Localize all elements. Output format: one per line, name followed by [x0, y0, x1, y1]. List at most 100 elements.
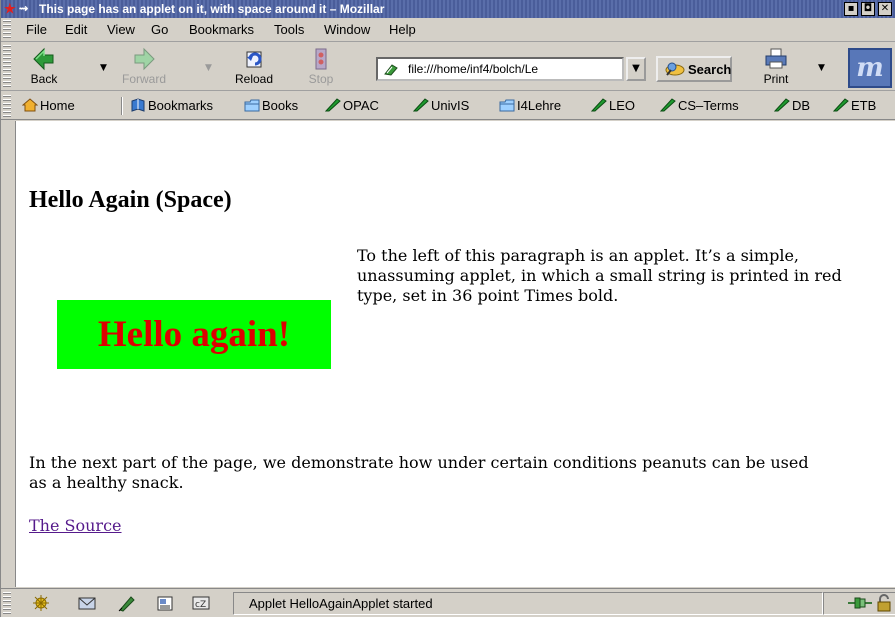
- window-title: This page has an applet on it, with spac…: [39, 2, 385, 16]
- source-link[interactable]: The Source: [29, 516, 122, 535]
- paragraph-line: unassuming applet, in which a small stri…: [357, 266, 842, 285]
- minimize-button[interactable]: ▪: [844, 2, 858, 16]
- bookmark-link-icon: [833, 98, 849, 112]
- folder-icon: [499, 99, 515, 112]
- personal-opac-label: OPAC: [343, 98, 379, 113]
- stop-label: Stop: [308, 72, 334, 86]
- applet-text: Hello again!: [97, 314, 291, 355]
- forward-history-dropdown[interactable]: ▼: [205, 63, 212, 73]
- personal-univis[interactable]: UnivIS: [413, 98, 469, 113]
- personal-home[interactable]: Home: [22, 98, 75, 113]
- menu-help[interactable]: Help: [389, 22, 416, 37]
- home-icon: [22, 98, 38, 112]
- chatzilla-icon[interactable]: cZ: [191, 594, 211, 612]
- menu-tools[interactable]: Tools: [274, 22, 304, 37]
- personal-books[interactable]: Books: [244, 98, 298, 113]
- personal-leo-label: LEO: [609, 98, 636, 113]
- forward-arrow-icon: [134, 47, 155, 71]
- personal-db[interactable]: DB: [774, 98, 810, 113]
- print-dropdown[interactable]: ▼: [818, 63, 825, 73]
- stop-icon: [315, 48, 327, 70]
- security-lock-icon[interactable]: [876, 594, 892, 612]
- bookmark-link-icon: [325, 98, 341, 112]
- personal-toolbar: Home Bookmarks Books OPAC UnivIS I4Lehre…: [1, 92, 895, 120]
- bookmark-link-icon: [413, 98, 429, 112]
- composer-icon[interactable]: [117, 594, 137, 612]
- paragraph-line: To the left of this paragraph is an appl…: [357, 246, 800, 265]
- browser-window: ★ ⇝ This page has an applet on it, with …: [0, 0, 895, 617]
- svg-text:cZ: cZ: [195, 600, 206, 610]
- url-input[interactable]: file:///home/inf4/bolch/Le: [376, 57, 624, 81]
- personal-etb-label: ETB: [851, 98, 877, 113]
- maximize-button[interactable]: ◘: [861, 2, 875, 16]
- mozilla-throbber-logo[interactable]: m: [848, 48, 892, 88]
- window-menu-icon[interactable]: ★: [4, 2, 16, 16]
- shade-icon[interactable]: ⇝: [19, 1, 28, 17]
- personal-db-label: DB: [792, 98, 811, 113]
- back-button[interactable]: Back: [19, 45, 69, 89]
- page-heading-text: Hello Again (Space): [29, 187, 232, 213]
- print-button[interactable]: Print: [751, 45, 801, 89]
- personal-cs-terms-label: CS–Terms: [678, 98, 739, 113]
- navigator-icon[interactable]: [31, 594, 51, 612]
- folder-icon: [244, 99, 260, 112]
- reload-button[interactable]: Reload: [229, 45, 279, 89]
- close-button[interactable]: ✕: [878, 2, 892, 16]
- menu-bar: File Edit View Go Bookmarks Tools Window…: [1, 18, 895, 42]
- paragraph-line: as a healthy snack.: [29, 473, 184, 492]
- stop-button[interactable]: Stop: [299, 45, 343, 89]
- print-label: Print: [763, 72, 789, 86]
- applet-description-paragraph: To the left of this paragraph is an appl…: [357, 246, 842, 306]
- forward-label: Forward: [121, 72, 166, 86]
- paragraph-line: type, set in 36 point Times bold.: [357, 286, 619, 305]
- back-history-dropdown[interactable]: ▼: [100, 63, 107, 73]
- toolbar-grip[interactable]: [3, 45, 11, 89]
- menu-edit[interactable]: Edit: [65, 22, 87, 37]
- personal-toolbar-grip[interactable]: [3, 95, 11, 117]
- url-history-dropdown[interactable]: ▼: [626, 57, 646, 81]
- personal-books-label: Books: [262, 98, 299, 113]
- personal-leo[interactable]: LEO: [591, 98, 635, 113]
- reload-icon: [246, 51, 262, 68]
- reload-label: Reload: [234, 72, 274, 86]
- statusbar-grip[interactable]: [3, 592, 11, 614]
- personal-i4lehre[interactable]: I4Lehre: [499, 98, 561, 113]
- printer-icon: [765, 48, 787, 69]
- mail-icon[interactable]: [77, 594, 97, 612]
- hello-applet[interactable]: Hello again!: [57, 300, 331, 369]
- menu-go[interactable]: Go: [151, 22, 168, 37]
- personal-bookmarks-label: Bookmarks: [148, 98, 214, 113]
- forward-button[interactable]: Forward: [119, 45, 169, 89]
- personal-i4lehre-label: I4Lehre: [517, 98, 562, 113]
- personal-etb[interactable]: ETB: [833, 98, 876, 113]
- search-label: Search: [688, 62, 732, 77]
- search-icon: [665, 62, 685, 76]
- address-book-icon[interactable]: [155, 594, 175, 612]
- personal-univis-label: UnivIS: [431, 98, 470, 113]
- page-proxy-icon[interactable]: [383, 62, 399, 76]
- personal-separator: [121, 97, 123, 115]
- bookmark-link-icon: [660, 98, 676, 112]
- online-status-icon[interactable]: [847, 595, 873, 611]
- personal-opac[interactable]: OPAC: [325, 98, 379, 113]
- search-button[interactable]: Search: [656, 56, 732, 82]
- personal-cs-terms[interactable]: CS–Terms: [660, 98, 739, 113]
- menu-view[interactable]: View: [107, 22, 135, 37]
- navigation-toolbar: Back ▼ Forward ▼ Reload Stop file:///hom…: [1, 43, 895, 91]
- title-bar[interactable]: ★ ⇝ This page has an applet on it, with …: [1, 0, 895, 18]
- personal-home-label: Home: [40, 98, 75, 113]
- back-label: Back: [30, 72, 58, 86]
- bookmarks-icon: [131, 98, 145, 112]
- menu-file[interactable]: File: [26, 22, 47, 37]
- back-arrow-icon: [33, 47, 54, 71]
- sidebar-gutter[interactable]: [1, 121, 15, 587]
- menu-window[interactable]: Window: [324, 22, 370, 37]
- peanuts-paragraph: In the next part of the page, we demonst…: [29, 453, 809, 493]
- menubar-grip[interactable]: [3, 20, 11, 40]
- bookmark-link-icon: [591, 98, 607, 112]
- status-bar: cZ Applet HelloAgainApplet started: [1, 588, 895, 617]
- bookmark-link-icon: [774, 98, 790, 112]
- status-text: Applet HelloAgainApplet started: [249, 596, 433, 611]
- menu-bookmarks[interactable]: Bookmarks: [189, 22, 254, 37]
- personal-bookmarks[interactable]: Bookmarks: [130, 98, 213, 113]
